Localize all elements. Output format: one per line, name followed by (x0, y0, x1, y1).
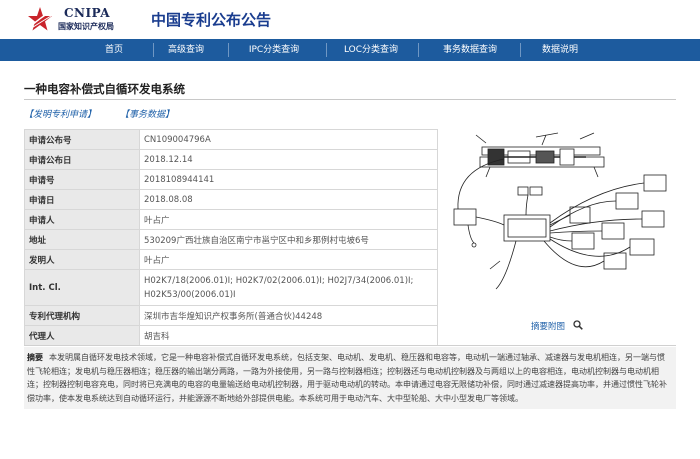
table-row: 代理人 胡吉科 (24, 325, 438, 346)
field-value: 叶占广 (139, 249, 438, 270)
table-row: 发明人 叶占广 (24, 249, 438, 270)
tab-transaction-data[interactable]: 【事务数据】 (120, 107, 174, 120)
main-nav: 首页 高级查询 IPC分类查询 LOC分类查询 事务数据查询 数据说明 (0, 39, 700, 61)
nav-item-data-notes[interactable]: 数据说明 (520, 39, 600, 61)
star-emblem-icon (28, 7, 52, 31)
table-row: 地址 530209广西壮族自治区南宁市邕宁区中和乡那例村屯坡6号 (24, 229, 438, 250)
field-value: CN109004796A (139, 129, 438, 150)
field-label: Int. Cl. (24, 269, 140, 306)
field-value: 2018.08.08 (139, 189, 438, 210)
field-label: 代理人 (24, 325, 140, 346)
nav-item-advanced-search[interactable]: 高级查询 (146, 39, 226, 61)
field-label: 申请人 (24, 209, 140, 230)
title-divider (24, 99, 676, 100)
table-row: 申请公布号 CN109004796A (24, 129, 438, 150)
field-value: 530209广西壮族自治区南宁市邕宁区中和乡那例村屯坡6号 (139, 229, 438, 250)
table-row: 申请日 2018.08.08 (24, 189, 438, 210)
abstract-label: 摘要 (27, 353, 43, 362)
field-value: 叶占广 (139, 209, 438, 230)
nav-item-transaction-search[interactable]: 事务数据查询 (420, 39, 520, 61)
table-row: 申请人 叶占广 (24, 209, 438, 230)
field-label: 发明人 (24, 249, 140, 270)
field-label: 申请号 (24, 169, 140, 190)
magnifier-icon[interactable] (573, 320, 583, 330)
field-label: 申请公布日 (24, 149, 140, 170)
site-header: CNIPA 国家知识产权局 中国专利公布公告 (0, 0, 700, 38)
cnipa-logo[interactable]: CNIPA 国家知识产权局 (24, 4, 142, 34)
abstract-drawing[interactable] (446, 129, 676, 319)
field-value: 胡吉科 (139, 325, 438, 346)
table-row: 专利代理机构 深圳市吉华煌知识产权事务所(普通合伙)44248 (24, 305, 438, 326)
table-row: Int. Cl. H02K7/18(2006.01)I; H02K7/02(20… (24, 269, 438, 306)
tab-invention-application[interactable]: 【发明专利申请】 (24, 107, 96, 120)
nav-divider (418, 43, 419, 57)
patent-title: 一种电容补偿式自循环发电系统 (24, 82, 185, 96)
abstract-text: 本发明属自循环发电技术领域，它是一种电容补偿式自循环发电系统，包括支架、电动机、… (27, 353, 667, 403)
logo-text: CNIPA (64, 6, 111, 20)
field-label: 专利代理机构 (24, 305, 140, 326)
field-value: H02K7/18(2006.01)I; H02K7/02(2006.01)I; … (139, 269, 438, 306)
site-title: 中国专利公布公告 (151, 11, 272, 29)
field-value: 2018.12.14 (139, 149, 438, 170)
field-value: 2018108944141 (139, 169, 438, 190)
field-label: 地址 (24, 229, 140, 250)
patent-info-table: 申请公布号 CN109004796A 申请公布日 2018.12.14 申请号 … (24, 129, 438, 346)
nav-divider (228, 43, 229, 57)
field-label: 申请日 (24, 189, 140, 210)
nav-item-ipc-search[interactable]: IPC分类查询 (232, 39, 316, 61)
field-value: 深圳市吉华煌知识产权事务所(普通合伙)44248 (139, 305, 438, 326)
logo-subtitle: 国家知识产权局 (58, 22, 114, 31)
nav-divider (326, 43, 327, 57)
abstract-section: 摘要 本发明属自循环发电技术领域，它是一种电容补偿式自循环发电系统，包括支架、电动… (24, 347, 676, 409)
abstract-divider (24, 345, 676, 346)
table-row: 申请公布日 2018.12.14 (24, 149, 438, 170)
nav-item-home[interactable]: 首页 (74, 39, 154, 61)
nav-item-loc-search[interactable]: LOC分类查询 (328, 39, 414, 61)
table-row: 申请号 2018108944141 (24, 169, 438, 190)
field-label: 申请公布号 (24, 129, 140, 150)
drawing-caption-link[interactable]: 摘要附图 (531, 320, 565, 332)
